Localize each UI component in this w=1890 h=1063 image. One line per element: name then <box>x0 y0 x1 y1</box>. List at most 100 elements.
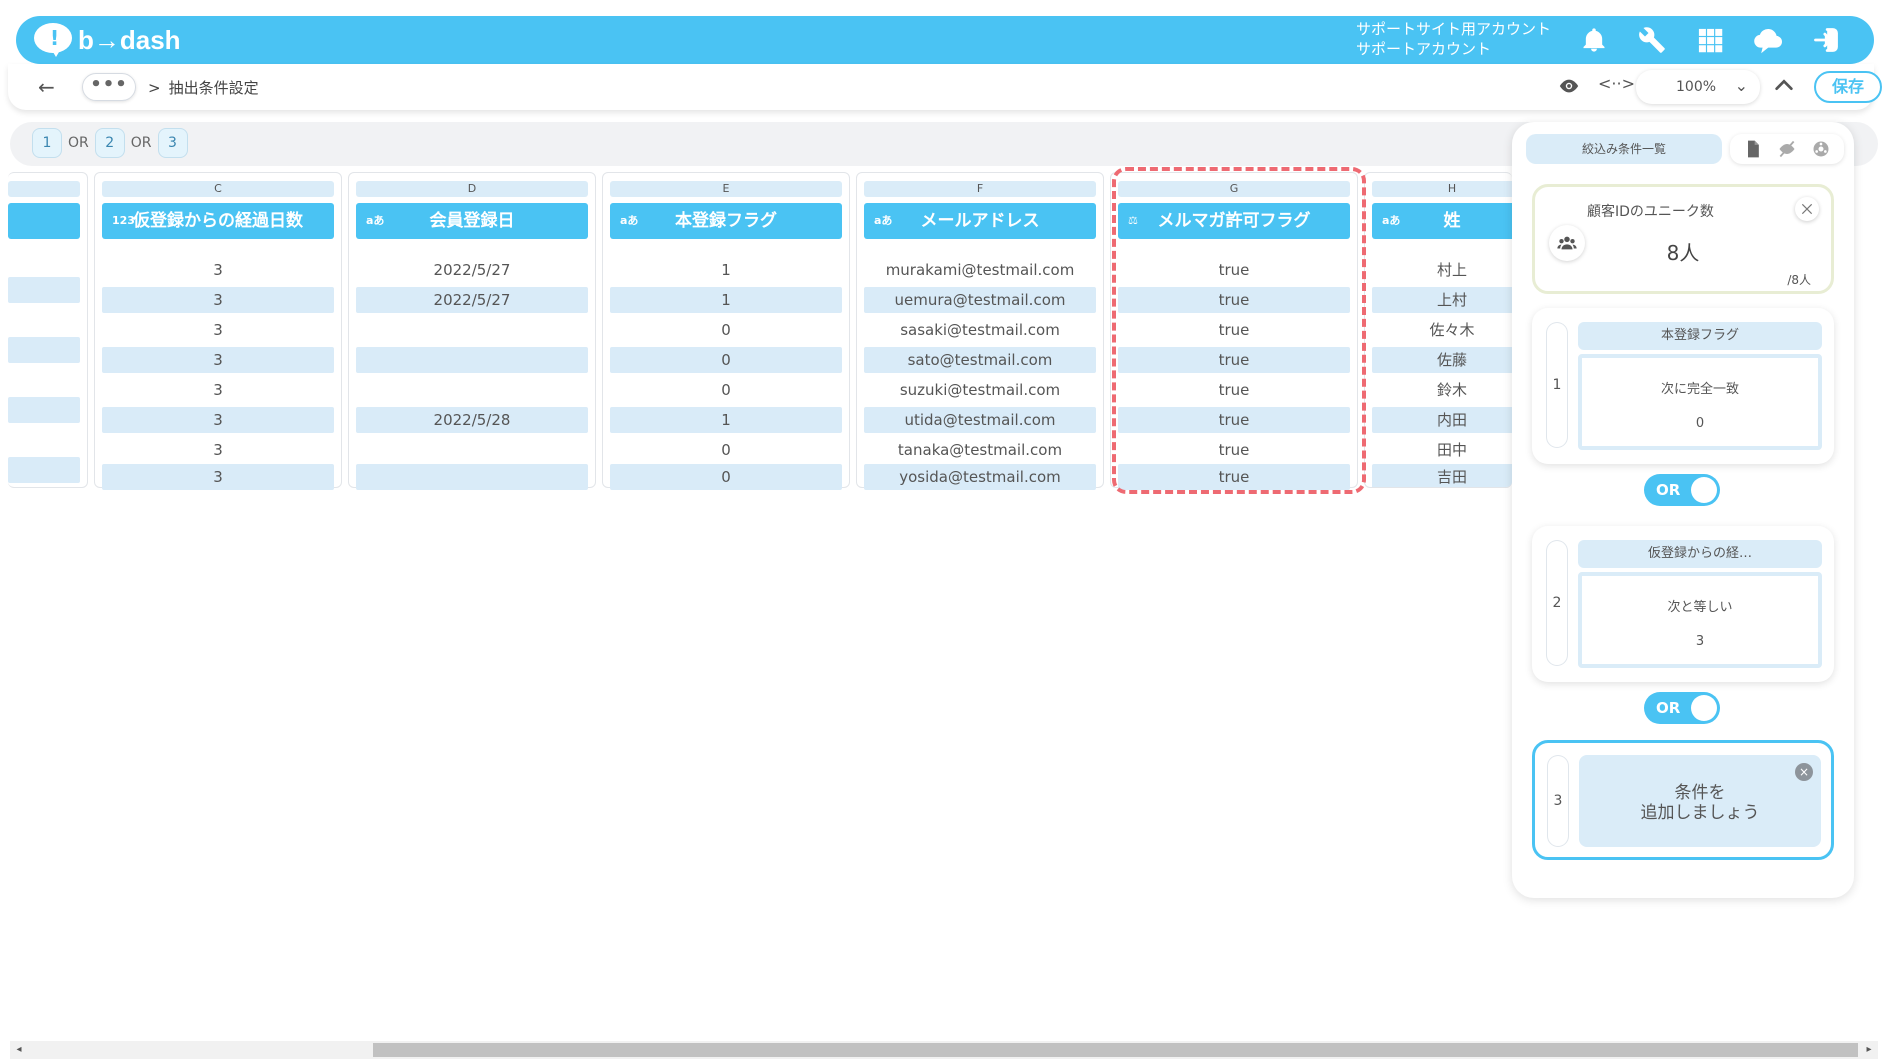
table-column-c: C 123 仮登録からの経過日数 3 3 3 3 3 3 3 3 <box>94 172 342 490</box>
column-letter: F <box>864 181 1096 197</box>
column-title: 会員登録日 <box>429 211 515 231</box>
column-header[interactable]: aあ メールアドレス <box>864 203 1096 239</box>
account-name: サポートサイト用アカウント <box>1356 20 1552 38</box>
add-condition-text: 条件を 追加しましょう <box>1579 783 1821 823</box>
column-header[interactable]: ⚖ メルマガ許可フラグ <box>1118 203 1350 239</box>
column-header[interactable] <box>8 203 80 239</box>
condition-field: 本登録フラグ <box>1578 322 1822 350</box>
table-cell <box>8 277 80 303</box>
table-cell <box>356 377 588 403</box>
add-condition-line1: 条件を <box>1674 783 1726 803</box>
condition-chip-1[interactable]: 1 <box>32 128 62 158</box>
column-header[interactable]: aあ 会員登録日 <box>356 203 588 239</box>
save-button[interactable]: 保存 <box>1814 71 1882 103</box>
breadcrumb-separator: > <box>148 79 161 97</box>
table-cell: 1 <box>610 287 842 313</box>
collapse-up-icon[interactable] <box>1772 74 1798 98</box>
table-cell <box>8 337 80 363</box>
table-column-f: Faあ メールアドレス murakami@testmail.com uemura@te… <box>856 172 1104 490</box>
table-column-partial <box>8 172 88 488</box>
customer-count-card: 顧客IDのユニーク数 8人 /8人 <box>1532 184 1834 294</box>
table-cell: true <box>1118 407 1350 433</box>
code-view-icon[interactable]: <··> <box>1598 74 1635 93</box>
table-cell: murakami@testmail.com <box>885 261 1075 279</box>
hide-icon[interactable] <box>1776 138 1798 160</box>
condition-number: 3 <box>1547 755 1569 847</box>
column-title: 本登録フラグ <box>675 211 777 231</box>
or-toggle-2[interactable]: OR <box>1644 692 1720 724</box>
table-cell: 0 <box>610 464 842 490</box>
preview-eye-icon[interactable] <box>1556 75 1584 99</box>
column-type-icon: aあ <box>620 214 639 227</box>
table-cell: 内田 <box>1372 407 1512 433</box>
table-cell: 0 <box>721 321 731 339</box>
table-cell: true <box>1218 321 1250 339</box>
chevron-down-icon: ⌄ <box>1734 76 1748 95</box>
horizontal-scrollbar[interactable]: ◂ ▸ <box>10 1041 1878 1059</box>
condition-value: 3 <box>1695 634 1705 649</box>
app-header: ! b→dash サポートサイト用アカウント サポートアカウント <box>16 16 1874 64</box>
column-type-icon: aあ <box>366 214 385 227</box>
settings-circle-icon[interactable] <box>1810 138 1832 160</box>
bell-icon[interactable] <box>1578 24 1610 56</box>
table-cell <box>8 397 80 423</box>
table-cell: 田中 <box>1436 441 1467 459</box>
grid-icon[interactable] <box>1694 24 1726 56</box>
column-header[interactable]: 123 仮登録からの経過日数 <box>102 203 334 239</box>
or-label: OR <box>68 135 89 151</box>
table-cell: uemura@testmail.com <box>864 287 1096 313</box>
condition-card-2[interactable]: 2 仮登録からの経… 次と等しい 3 <box>1532 526 1834 682</box>
add-condition-line2: 追加しましょう <box>1640 803 1760 823</box>
table-cell: 2022/5/28 <box>356 407 588 433</box>
zoom-select[interactable]: 100% ⌄ <box>1636 70 1760 104</box>
table-cell: yosida@testmail.com <box>864 464 1096 490</box>
scroll-left-arrow-icon[interactable]: ◂ <box>12 1043 26 1057</box>
table-cell: 2022/5/27 <box>433 261 511 279</box>
table-cell: true <box>1118 347 1350 373</box>
table-cell: true <box>1218 441 1250 459</box>
table-cell: 3 <box>102 287 334 313</box>
table-cell <box>356 437 588 463</box>
column-title: 姓 <box>1443 211 1461 231</box>
table-cell: true <box>1118 287 1350 313</box>
condition-chip-2[interactable]: 2 <box>94 128 125 158</box>
table-cell <box>8 457 80 483</box>
wrench-icon[interactable] <box>1636 24 1668 56</box>
scroll-right-arrow-icon[interactable]: ▸ <box>1862 1043 1876 1057</box>
table-cell: true <box>1218 261 1250 279</box>
logo[interactable]: ! b→dash <box>34 22 181 58</box>
document-icon[interactable] <box>1742 138 1764 160</box>
zoom-value: 100% <box>1676 79 1717 95</box>
count-total: /8人 <box>1787 273 1811 287</box>
table-cell: 3 <box>213 381 223 399</box>
table-cell <box>356 317 588 343</box>
table-cell: 3 <box>213 261 223 279</box>
condition-operator: 次に完全一致 <box>1660 382 1739 397</box>
table-cell: 2022/5/27 <box>356 287 588 313</box>
or-toggle-1[interactable]: OR <box>1644 474 1720 506</box>
scrollbar-thumb[interactable] <box>373 1043 1858 1057</box>
back-arrow-icon[interactable]: ← <box>38 76 62 98</box>
toggle-label: OR <box>1656 699 1681 717</box>
condition-chip-3[interactable]: 3 <box>157 128 188 158</box>
close-icon[interactable]: × <box>1795 763 1813 781</box>
column-letter: H <box>1372 181 1512 197</box>
breadcrumb-current: 抽出条件設定 <box>168 79 259 97</box>
toggle-knob <box>1691 477 1717 503</box>
column-type-icon: ⚖ <box>1128 214 1138 227</box>
logo-icon: ! <box>34 23 74 57</box>
add-condition-button[interactable]: 条件を 追加しましょう × <box>1579 755 1821 847</box>
breadcrumb: > 抽出条件設定 <box>148 77 259 98</box>
chat-cloud-icon[interactable] <box>1752 24 1784 56</box>
more-menu-button[interactable]: ••• <box>82 73 136 101</box>
column-letter: C <box>102 181 334 197</box>
column-header[interactable]: aあ 本登録フラグ <box>610 203 842 239</box>
condition-number: 2 <box>1546 540 1568 666</box>
condition-card-1[interactable]: 1 本登録フラグ 次に完全一致 0 <box>1532 308 1834 464</box>
table-cell: 3 <box>102 407 334 433</box>
column-header[interactable]: aあ 姓 <box>1372 203 1512 239</box>
app: ! b→dash サポートサイト用アカウント サポートアカウント ← ••• >… <box>0 0 1890 1063</box>
filter-panel: 絞込み条件一覧 顧客IDのユニーク数 8人 /8人 1 本登録フラグ 次に完全一… <box>1512 122 1854 898</box>
logout-icon[interactable] <box>1810 24 1842 56</box>
count-toggle-icon[interactable] <box>1795 197 1819 221</box>
